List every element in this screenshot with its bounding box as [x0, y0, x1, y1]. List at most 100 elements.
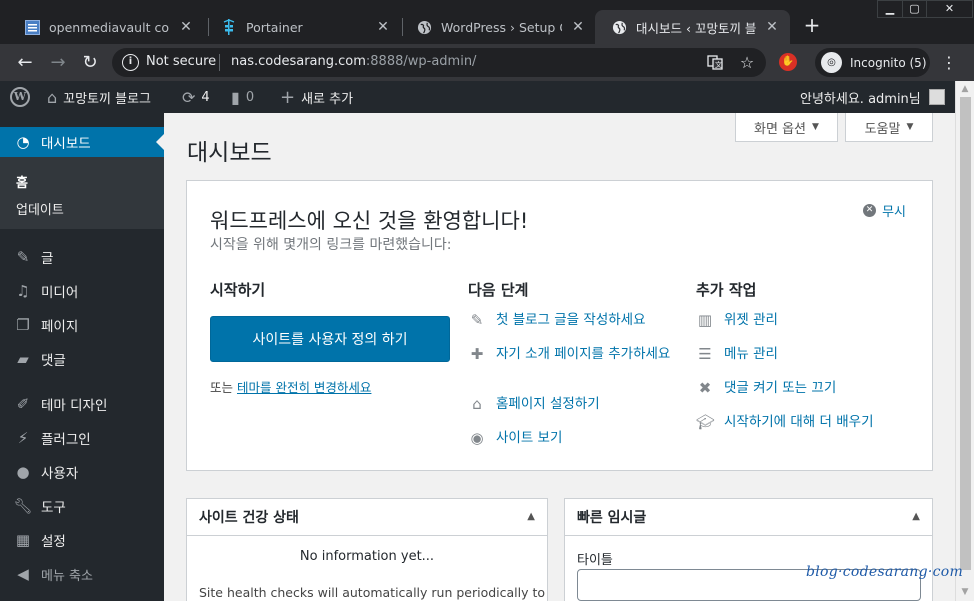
panel-title: 빠른 임시글	[577, 510, 647, 526]
dismiss-button[interactable]: ✕ 무시	[863, 201, 906, 220]
url-text[interactable]: nas.codesarang.com:8888/wp-admin/	[231, 54, 476, 69]
tab-close-icon[interactable]: ✕	[764, 19, 780, 35]
screen-options-label: 화면 옵션	[754, 121, 807, 137]
sidebar-item-settings[interactable]: ▦ 설정	[0, 525, 164, 555]
tab-close-icon[interactable]: ✕	[375, 19, 391, 35]
page-scrollbar[interactable]: ▲ ▼	[955, 81, 974, 601]
incognito-icon: ◎	[821, 52, 842, 73]
dismiss-label: 무시	[882, 205, 906, 220]
tab-dashboard-active[interactable]: 대시보드 ‹ 꼬망토끼 블로 ✕	[595, 10, 790, 44]
sidebar-item-posts[interactable]: ✎ 글	[0, 242, 164, 272]
new-content-menu[interactable]: + 새로 추가	[280, 81, 353, 113]
help-button[interactable]: 도움말 ▼	[845, 113, 933, 142]
home-icon: ⌂	[47, 87, 58, 107]
change-theme-line: 또는 테마를 완전히 변경하세요	[210, 377, 371, 396]
view-site-link[interactable]: ◉ 사이트 보기	[468, 428, 678, 448]
new-label: 새로 추가	[301, 91, 354, 107]
more-actions-heading: 추가 작업	[696, 281, 757, 299]
reload-icon[interactable]: ↻	[77, 50, 103, 76]
avatar	[928, 89, 945, 105]
tab-wordpress-setup[interactable]: WordPress › Setup Confi ✕	[400, 10, 596, 44]
link-label: 위젯 관리	[724, 312, 778, 328]
panel-title: 사이트 건강 상태	[199, 510, 299, 526]
account-menu[interactable]: 안녕하세요. admin님	[800, 81, 945, 113]
back-arrow-icon[interactable]: ←	[12, 50, 38, 76]
learn-more-link[interactable]: 🎓︎ 시작하기에 대해 더 배우기	[696, 412, 926, 432]
learn-icon: 🎓︎	[696, 413, 716, 431]
settings-icon: ▦	[15, 531, 31, 549]
link-label: 자기 소개 페이지를 추가하세요	[496, 346, 671, 362]
comments-menu[interactable]: ▮ 0	[231, 81, 254, 113]
screen-options-button[interactable]: 화면 옵션 ▼	[735, 113, 838, 142]
omnibox-divider	[219, 54, 220, 71]
collapse-toggle-icon[interactable]: ▲	[912, 511, 920, 522]
manage-menus-link[interactable]: ☰ 메뉴 관리	[696, 344, 916, 364]
submenu-item-home[interactable]: 홈	[16, 172, 28, 191]
tab-openmediavault[interactable]: openmediavault control ✕	[8, 10, 204, 44]
customize-site-button[interactable]: 사이트를 사용자 정의 하기	[210, 316, 450, 362]
scroll-down-icon[interactable]: ▼	[956, 584, 974, 601]
updates-count: 4	[201, 89, 210, 105]
translate-icon[interactable]: 文	[706, 54, 724, 72]
health-status: No information yet...	[299, 549, 435, 564]
sidebar-item-plugins[interactable]: ⚡ 플러그인	[0, 423, 164, 453]
link-label: 첫 블로그 글을 작성하세요	[496, 312, 646, 328]
minimize-icon[interactable]: ▁	[878, 1, 902, 17]
close-icon[interactable]: ✕	[926, 1, 972, 17]
window-controls: ▁ ▢ ✕	[877, 0, 973, 18]
manage-widgets-link[interactable]: ▥ 위젯 관리	[696, 310, 916, 330]
add-about-page-link[interactable]: ✚ 자기 소개 페이지를 추가하세요	[468, 344, 680, 364]
browser-toolbar: ← → ↻ i Not secure nas.codesarang.com:88…	[0, 44, 974, 81]
url-path: :8888/wp-admin/	[365, 54, 477, 69]
sidebar-item-comments[interactable]: ▰ 댓글	[0, 344, 164, 374]
maximize-icon[interactable]: ▢	[902, 1, 926, 17]
incognito-badge[interactable]: ◎ Incognito (5)	[815, 48, 930, 77]
sidebar-item-appearance[interactable]: ✐ 테마 디자인	[0, 389, 164, 419]
link-label: 댓글 켜기 또는 끄기	[724, 380, 837, 396]
page-title: 대시보드	[187, 140, 272, 166]
bookmark-star-icon[interactable]: ☆	[738, 54, 756, 72]
brush-icon: ✐	[16, 395, 30, 413]
scroll-thumb[interactable]	[960, 97, 971, 570]
incognito-label: Incognito (5)	[850, 55, 927, 70]
address-bar[interactable]: i Not secure nas.codesarang.com:8888/wp-…	[112, 48, 766, 77]
sidebar-item-tools[interactable]: 🔧︎ 도구	[0, 491, 164, 521]
widgets-icon: ▥	[697, 311, 713, 329]
collapse-icon: ◀	[17, 565, 29, 583]
setup-homepage-link[interactable]: ⌂ 홈페이지 설정하기	[468, 394, 678, 414]
updates-icon: ⟳	[182, 87, 196, 107]
home-icon: ⌂	[472, 395, 482, 413]
collapse-toggle-icon[interactable]: ▲	[527, 511, 535, 522]
sidebar-item-users[interactable]: ● 사용자	[0, 457, 164, 487]
url-host: nas.codesarang.com	[231, 54, 366, 69]
forward-arrow-icon[interactable]: →	[45, 50, 71, 76]
collapse-menu-button[interactable]: ◀ 메뉴 축소	[0, 559, 164, 589]
new-tab-button[interactable]: +	[801, 15, 823, 37]
tab-close-icon[interactable]: ✕	[178, 19, 194, 35]
caret-down-icon: ▼	[906, 122, 914, 132]
sidebar-item-pages[interactable]: ❐ 페이지	[0, 310, 164, 340]
comment-icon: ▰	[17, 350, 29, 368]
scroll-up-icon[interactable]: ▲	[956, 81, 974, 98]
health-description: Site health checks will automatically ru…	[199, 585, 546, 600]
sidebar-item-dashboard[interactable]: ◔ 대시보드	[0, 127, 164, 157]
plus-icon: +	[280, 86, 296, 108]
dashboard-submenu: 홈 업데이트	[0, 157, 164, 229]
admin-sidebar: ◔ 대시보드 홈 업데이트 ✎ 글 ♫ 미디어 ❐ 페이지 ▰ 댓글 ✐ 테마 …	[0, 113, 164, 601]
change-theme-link[interactable]: 테마를 완전히 변경하세요	[237, 380, 371, 395]
toggle-comments-link[interactable]: ✖ 댓글 켜기 또는 끄기	[696, 378, 916, 398]
tab-portainer[interactable]: Portainer ✕	[205, 10, 401, 44]
tab-close-icon[interactable]: ✕	[570, 19, 586, 35]
updates-menu[interactable]: ⟳ 4	[182, 81, 210, 113]
submenu-item-updates[interactable]: 업데이트	[16, 199, 64, 218]
write-post-link[interactable]: ✎ 첫 블로그 글을 작성하세요	[468, 310, 678, 330]
extension-icon[interactable]: ✋	[779, 53, 797, 71]
wp-logo-menu[interactable]: W	[10, 81, 30, 113]
site-health-panel: 사이트 건강 상태 ▲ No information yet... Site h…	[186, 498, 548, 601]
info-icon[interactable]: i	[122, 54, 139, 71]
sidebar-item-media[interactable]: ♫ 미디어	[0, 276, 164, 306]
watermark-text: blog·codesarang·com	[806, 564, 964, 580]
more-menu-icon[interactable]: ⋮	[940, 50, 958, 76]
site-name-menu[interactable]: ⌂ 꼬망토끼 블로그	[47, 81, 151, 113]
comment-toggle-icon: ✖	[698, 379, 712, 397]
